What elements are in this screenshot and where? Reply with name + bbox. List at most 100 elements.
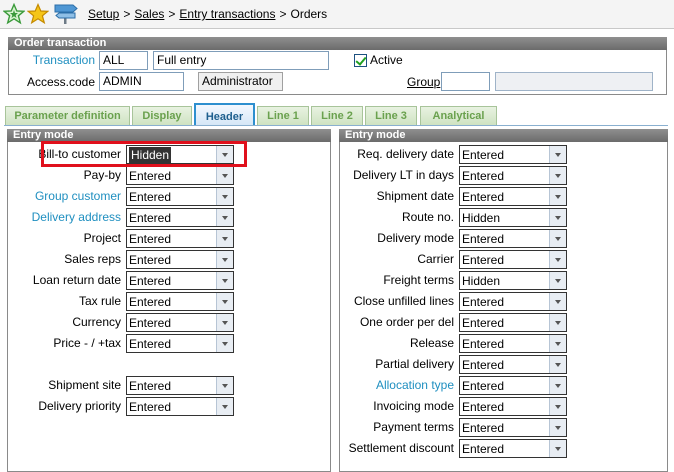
tab-line-2[interactable]: Line 2 (311, 106, 363, 125)
breadcrumb-sales[interactable]: Sales (134, 7, 164, 21)
bill-to-customer-highlight-frame (41, 141, 247, 167)
carrier-label: Carrier (417, 252, 454, 266)
price-tax-label: Price - / +tax (53, 336, 121, 350)
chevron-down-icon[interactable] (549, 419, 566, 436)
chevron-down-icon[interactable] (549, 293, 566, 310)
chevron-down-icon[interactable] (549, 356, 566, 373)
route-no-select[interactable]: Hidden (459, 208, 567, 227)
chevron-down-icon[interactable] (549, 377, 566, 394)
chevron-down-icon[interactable] (216, 377, 233, 394)
delivery-priority-value: Entered (129, 400, 172, 414)
chevron-down-icon[interactable] (549, 440, 566, 457)
chevron-down-icon[interactable] (216, 314, 233, 331)
group-link[interactable]: Group (407, 75, 440, 89)
breadcrumb-setup[interactable]: Setup (88, 7, 119, 21)
breadcrumb-entry-transactions[interactable]: Entry transactions (179, 7, 275, 21)
chevron-down-icon[interactable] (216, 251, 233, 268)
delivery-priority-select[interactable]: Entered (126, 397, 234, 416)
one-order-per-del-select[interactable]: Entered (459, 313, 567, 332)
group-customer-label[interactable]: Group customer (0, 189, 121, 203)
delivery-lt-in-days-select[interactable]: Entered (459, 166, 567, 185)
shipment-site-select[interactable]: Entered (126, 376, 234, 395)
tab-analytical[interactable]: Analytical (420, 106, 497, 125)
shipment-date-select[interactable]: Entered (459, 187, 567, 206)
access-code-input[interactable]: ADMIN (99, 72, 184, 91)
tab-underline (4, 125, 668, 126)
pay-by-select[interactable]: Entered (126, 166, 234, 185)
chevron-down-icon[interactable] (549, 209, 566, 226)
shipment-date-label: Shipment date (376, 189, 454, 203)
delivery-mode-select[interactable]: Entered (459, 229, 567, 248)
delivery-address-select[interactable]: Entered (126, 208, 234, 227)
chevron-down-icon[interactable] (216, 272, 233, 289)
chevron-down-icon[interactable] (549, 188, 566, 205)
chevron-down-icon[interactable] (549, 230, 566, 247)
chevron-down-icon[interactable] (216, 167, 233, 184)
release-value: Entered (462, 337, 505, 351)
delivery-address-value: Entered (129, 211, 172, 225)
chevron-down-icon[interactable] (216, 293, 233, 310)
transaction-code-input[interactable]: ALL (99, 51, 148, 70)
tab-display[interactable]: Display (132, 106, 192, 125)
favorites-star-outline-icon[interactable] (3, 3, 25, 25)
chevron-down-icon[interactable] (549, 314, 566, 331)
sales-reps-select[interactable]: Entered (126, 250, 234, 269)
currency-select[interactable]: Entered (126, 313, 234, 332)
group-code-input[interactable] (441, 72, 490, 91)
close-unfilled-lines-value: Entered (462, 295, 505, 309)
chevron-down-icon[interactable] (549, 167, 566, 184)
top-toolbar: Setup > Sales > Entry transactions > Orders (0, 0, 674, 29)
payment-terms-select[interactable]: Entered (459, 418, 567, 437)
tab-header[interactable]: Header (194, 103, 255, 126)
chevron-down-icon[interactable] (549, 272, 566, 289)
signpost-icon[interactable] (53, 3, 79, 25)
chevron-down-icon[interactable] (216, 209, 233, 226)
favorites-star-icon[interactable] (27, 3, 49, 25)
chevron-down-icon[interactable] (549, 146, 566, 163)
freight-terms-value: Hidden (462, 274, 501, 288)
project-label: Project (83, 231, 121, 245)
partial-delivery-select[interactable]: Entered (459, 355, 567, 374)
carrier-select[interactable]: Entered (459, 250, 567, 269)
release-select[interactable]: Entered (459, 334, 567, 353)
delivery-lt-in-days-value: Entered (462, 169, 505, 183)
delivery-priority-label: Delivery priority (38, 399, 121, 413)
loan-return-date-select[interactable]: Entered (126, 271, 234, 290)
chevron-down-icon[interactable] (549, 251, 566, 268)
allocation-type-value: Entered (462, 379, 505, 393)
access-code-description: Administrator (198, 72, 283, 91)
group-customer-select[interactable]: Entered (126, 187, 234, 206)
one-order-per-del-value: Entered (462, 316, 505, 330)
tab-parameter-definition[interactable]: Parameter definition (5, 106, 130, 125)
price-tax-select[interactable]: Entered (126, 334, 234, 353)
shipment-site-label: Shipment site (48, 378, 121, 392)
chevron-down-icon[interactable] (216, 398, 233, 415)
allocation-type-label[interactable]: Allocation type (304, 378, 454, 392)
chevron-down-icon[interactable] (216, 335, 233, 352)
delivery-address-label[interactable]: Delivery address (0, 210, 121, 224)
tab-line-1[interactable]: Line 1 (257, 106, 309, 125)
payment-terms-value: Entered (462, 421, 505, 435)
transaction-description-input[interactable]: Full entry (153, 51, 329, 70)
group-customer-value: Entered (129, 190, 172, 204)
project-select[interactable]: Entered (126, 229, 234, 248)
allocation-type-select[interactable]: Entered (459, 376, 567, 395)
invoicing-mode-select[interactable]: Entered (459, 397, 567, 416)
tax-rule-select[interactable]: Entered (126, 292, 234, 311)
req-delivery-date-select[interactable]: Entered (459, 145, 567, 164)
close-unfilled-lines-select[interactable]: Entered (459, 292, 567, 311)
chevron-down-icon[interactable] (549, 335, 566, 352)
settlement-discount-select[interactable]: Entered (459, 439, 567, 458)
tab-line-3[interactable]: Line 3 (365, 106, 417, 125)
req-delivery-date-value: Entered (462, 148, 505, 162)
pay-by-value: Entered (129, 169, 172, 183)
freight-terms-select[interactable]: Hidden (459, 271, 567, 290)
active-checkbox[interactable] (354, 54, 367, 67)
partial-delivery-value: Entered (462, 358, 505, 372)
chevron-down-icon[interactable] (216, 188, 233, 205)
chevron-down-icon[interactable] (549, 398, 566, 415)
loan-return-date-value: Entered (129, 274, 172, 288)
chevron-down-icon[interactable] (216, 230, 233, 247)
sales-reps-label: Sales reps (64, 252, 121, 266)
settlement-discount-value: Entered (462, 442, 505, 456)
